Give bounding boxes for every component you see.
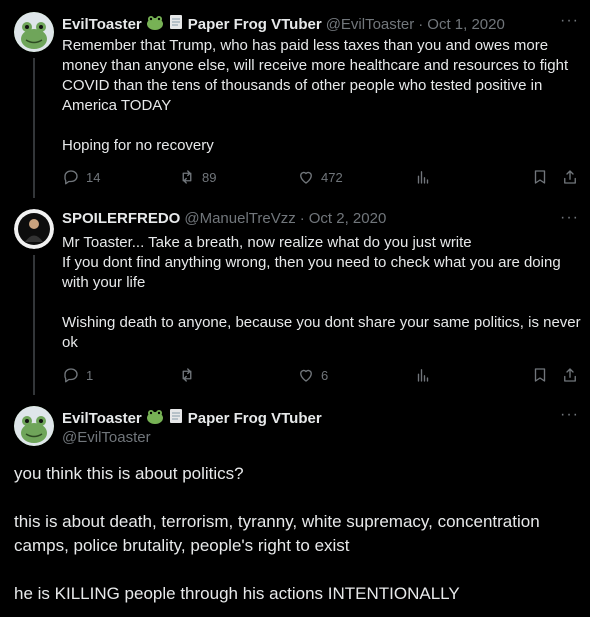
- avatar[interactable]: [14, 406, 54, 446]
- heart-icon: [300, 171, 312, 184]
- tweet-header: SPOILERFREDO @ManuelTreVzz · Oct 2, 2020: [62, 210, 386, 227]
- handle[interactable]: @EvilToaster: [62, 429, 151, 446]
- share-icon: [564, 170, 576, 184]
- timestamp[interactable]: Oct 1, 2020: [427, 16, 505, 33]
- reply-icon: [64, 368, 78, 383]
- avatar[interactable]: [14, 209, 54, 249]
- more-options-button[interactable]: ···: [560, 12, 579, 30]
- handle[interactable]: @ManuelTreVzz: [184, 210, 295, 227]
- more-options-button[interactable]: ···: [560, 209, 579, 227]
- thread-line: [33, 58, 35, 198]
- bookmark-button[interactable]: [531, 168, 549, 186]
- reply-button[interactable]: 14: [62, 168, 100, 186]
- share-icon: [564, 368, 576, 382]
- views-button[interactable]: [414, 366, 432, 384]
- user-avatar-icon: [14, 209, 54, 249]
- frog-emoji-icon: [146, 13, 164, 36]
- heart-icon: [300, 369, 312, 382]
- avatar[interactable]: [14, 12, 54, 52]
- views-icon: [417, 369, 429, 382]
- share-button[interactable]: [561, 366, 579, 384]
- views-button[interactable]: [414, 168, 432, 186]
- frog-emoji-icon: [146, 407, 164, 430]
- bookmark-icon: [534, 368, 546, 382]
- retweet-button[interactable]: [178, 366, 202, 384]
- retweet-icon: [182, 170, 192, 184]
- tweet-text: Mr Toaster... Take a breath, now realize…: [62, 234, 581, 351]
- handle[interactable]: @EvilToaster: [326, 16, 415, 33]
- bookmark-button[interactable]: [531, 366, 549, 384]
- share-button[interactable]: [561, 168, 579, 186]
- retweet-button[interactable]: 89: [178, 168, 216, 186]
- like-count: 6: [321, 367, 329, 383]
- frog-avatar-icon: [14, 12, 54, 52]
- reply-count: 14: [86, 169, 101, 185]
- separator: ·: [418, 16, 424, 33]
- thread-line: [33, 255, 35, 395]
- like-button[interactable]: 6: [297, 366, 328, 384]
- tweet-text: Remember that Trump, who has paid less t…: [62, 37, 569, 154]
- display-name[interactable]: EvilToaster: [62, 16, 142, 33]
- display-name[interactable]: SPOILERFREDO: [62, 210, 180, 227]
- scroll-emoji-icon: [168, 13, 184, 36]
- tweet-text: you think this is about politics? this i…: [14, 464, 540, 603]
- retweet-count: 89: [202, 169, 217, 185]
- reply-count: 1: [86, 367, 94, 383]
- reply-icon: [64, 170, 78, 185]
- bookmark-icon: [534, 170, 546, 184]
- retweet-icon: [182, 368, 192, 382]
- frog-avatar-icon: [14, 406, 54, 446]
- display-name-suffix[interactable]: Paper Frog VTuber: [188, 16, 322, 33]
- like-button[interactable]: 472: [297, 168, 343, 186]
- timestamp[interactable]: Oct 2, 2020: [309, 210, 387, 227]
- reply-button[interactable]: 1: [62, 366, 93, 384]
- more-options-button[interactable]: ···: [560, 406, 579, 424]
- display-name[interactable]: EvilToaster: [62, 410, 142, 427]
- tweet-header: EvilToaster Paper Frog VTuber: [62, 407, 322, 430]
- separator: ·: [299, 210, 305, 227]
- views-icon: [417, 171, 429, 184]
- like-count: 472: [321, 169, 343, 185]
- tweet-header: EvilToaster Paper Frog VTuber @EvilToast…: [62, 13, 505, 36]
- scroll-emoji-icon: [168, 407, 184, 430]
- display-name-suffix[interactable]: Paper Frog VTuber: [188, 410, 322, 427]
